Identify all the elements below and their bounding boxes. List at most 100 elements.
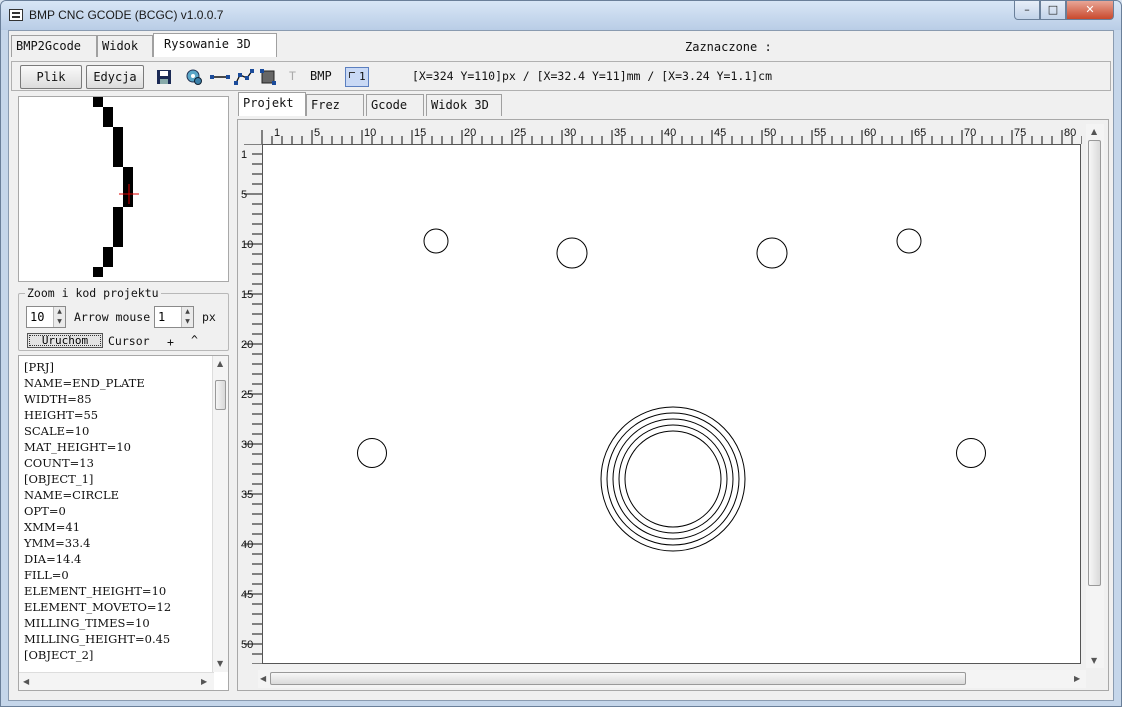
cursor-label: Cursor bbox=[108, 334, 150, 348]
ruler-top-label: 70 bbox=[964, 127, 976, 139]
drawing-canvas[interactable] bbox=[262, 144, 1081, 664]
circle-object[interactable] bbox=[357, 438, 387, 468]
ruler-top-label: 80 bbox=[1064, 127, 1076, 139]
code-line: HEIGHT=55 bbox=[24, 408, 99, 422]
scroll-up-arrow-icon[interactable]: ▲ bbox=[217, 359, 223, 368]
canvas-scroll-down-icon[interactable]: ▼ bbox=[1091, 656, 1097, 665]
ruler-top-label: 75 bbox=[1014, 127, 1026, 139]
ruler-top-label: 55 bbox=[814, 127, 826, 139]
rectangle-icon[interactable] bbox=[260, 69, 276, 85]
cursor-plus-button[interactable]: + bbox=[167, 335, 174, 349]
code-line: COUNT=13 bbox=[24, 456, 94, 470]
maximize-button[interactable]: □ bbox=[1040, 1, 1066, 20]
circle-object[interactable] bbox=[756, 237, 788, 269]
circle-object[interactable] bbox=[612, 418, 734, 540]
step-up-arrow[interactable]: ▲ bbox=[181, 307, 193, 317]
arrow-step-spinner[interactable]: 1 ▲ ▼ bbox=[154, 306, 194, 328]
code-line: NAME=END_PLATE bbox=[24, 376, 145, 390]
code-vertical-scrollbar[interactable]: ▲ ▼ bbox=[212, 356, 228, 672]
circle-object[interactable] bbox=[600, 406, 746, 552]
project-code-editor[interactable]: [PRJ] NAME=END_PLATE WIDTH=85 HEIGHT=55 SCAL… bbox=[18, 355, 229, 691]
canvas-horizontal-scrollbar[interactable]: ◀ ▶ bbox=[258, 670, 1086, 688]
tab-widok[interactable]: Widok bbox=[97, 35, 153, 57]
canvas-vscroll-thumb[interactable] bbox=[1088, 140, 1101, 586]
bitmap-preview[interactable] bbox=[18, 96, 229, 282]
ruler-top-label: 1 bbox=[274, 127, 280, 139]
ruler-left-label: 35 bbox=[241, 489, 253, 501]
polyline-icon[interactable] bbox=[234, 69, 254, 85]
close-button[interactable]: ✕ bbox=[1066, 1, 1114, 20]
code-line: YMM=33.4 bbox=[24, 536, 91, 550]
circle-object[interactable] bbox=[624, 430, 722, 528]
top-ruler: 1 5 10 15 20 25 30 35 40 45 50 55 60 65 70 75 80 bbox=[261, 127, 1082, 144]
bmp-tool-button[interactable]: BMP bbox=[310, 69, 332, 83]
app-icon bbox=[9, 9, 23, 21]
text-icon[interactable]: T bbox=[289, 69, 296, 83]
ruler-top-label: 15 bbox=[414, 127, 426, 139]
cursor-caret-button[interactable]: ^ bbox=[191, 333, 198, 347]
ruler-left-label: 15 bbox=[241, 289, 253, 301]
toolbar: Plik Edycja T BMP 1 [X=324 Y=110]px / [X… bbox=[11, 61, 1111, 91]
circle-object[interactable] bbox=[556, 237, 588, 269]
step-down-arrow[interactable]: ▼ bbox=[181, 317, 193, 327]
code-horizontal-scrollbar[interactable]: ◀ ▶ bbox=[19, 672, 214, 690]
ruler-left-label: 10 bbox=[241, 239, 253, 251]
ruler-top-label: 60 bbox=[864, 127, 876, 139]
circle-object[interactable] bbox=[606, 412, 740, 546]
line-icon[interactable] bbox=[210, 69, 230, 85]
tab-bmp2gcode[interactable]: BMP2Gcode bbox=[11, 35, 97, 57]
circle-object[interactable] bbox=[618, 424, 728, 534]
preview-bitmap bbox=[93, 97, 139, 277]
save-icon[interactable] bbox=[156, 69, 172, 85]
canvas-hscroll-thumb[interactable] bbox=[270, 672, 966, 685]
scroll-left-arrow-icon[interactable]: ◀ bbox=[23, 677, 29, 686]
zoom-spinner[interactable]: 10 ▲ ▼ bbox=[26, 306, 66, 328]
arrow-step-value: 1 bbox=[158, 310, 166, 324]
code-line: [OBJECT_1] bbox=[24, 472, 94, 486]
code-line: SCALE=10 bbox=[24, 424, 90, 438]
run-button[interactable]: Uruchom bbox=[27, 333, 103, 348]
ruler-top-label: 50 bbox=[764, 127, 776, 139]
title-bar[interactable]: BMP CNC GCODE (BCGC) v1.0.0.7 – □ ✕ bbox=[1, 1, 1121, 30]
cursor-coordinates: [X=324 Y=110]px / [X=32.4 Y=11]mm / [X=3… bbox=[412, 69, 773, 83]
ruler-top-label: 25 bbox=[514, 127, 526, 139]
code-line: MAT_HEIGHT=10 bbox=[24, 440, 131, 454]
code-line: WIDTH=85 bbox=[24, 392, 92, 406]
zoom-value: 10 bbox=[30, 310, 45, 324]
edycja-menu-button[interactable]: Edycja bbox=[86, 65, 144, 89]
circle-object[interactable] bbox=[896, 228, 922, 254]
tab-widok-3d[interactable]: Widok 3D bbox=[426, 94, 502, 116]
code-line: [OBJECT_2] bbox=[24, 648, 94, 662]
tab-frez[interactable]: Frez bbox=[306, 94, 364, 116]
canvas-scroll-up-icon[interactable]: ▲ bbox=[1091, 127, 1097, 136]
tab-projekt[interactable]: Projekt bbox=[238, 92, 306, 116]
tab-rysowanie-3d[interactable]: Rysowanie 3D bbox=[153, 33, 277, 57]
canvas-scroll-right-icon[interactable]: ▶ bbox=[1074, 674, 1080, 683]
ruler-top-label: 40 bbox=[664, 127, 676, 139]
scroll-right-arrow-icon[interactable]: ▶ bbox=[201, 677, 207, 686]
code-line: [PRJ] bbox=[24, 360, 54, 374]
code-vscroll-thumb[interactable] bbox=[215, 380, 226, 410]
code-line: ELEMENT_HEIGHT=10 bbox=[24, 584, 167, 598]
code-line: MILLING_HEIGHT=0.45 bbox=[24, 632, 171, 646]
ruler-left-label: 50 bbox=[241, 639, 253, 651]
ruler-top-label: 5 bbox=[314, 127, 320, 139]
canvas-vertical-scrollbar[interactable]: ▲ ▼ bbox=[1086, 124, 1104, 668]
gear-circle-icon[interactable] bbox=[186, 69, 202, 85]
zoom-up-arrow[interactable]: ▲ bbox=[53, 307, 65, 317]
client-area: BMP2Gcode Widok Rysowanie 3D Zaznaczone … bbox=[8, 30, 1114, 701]
circle-object[interactable] bbox=[423, 228, 449, 254]
tab-gcode[interactable]: Gcode bbox=[366, 94, 424, 116]
ruler-toggle-label: 1 bbox=[359, 70, 366, 83]
ruler-toggle-button[interactable]: 1 bbox=[345, 67, 369, 87]
code-line: XMM=41 bbox=[24, 520, 81, 534]
circle-object[interactable] bbox=[956, 438, 986, 468]
scroll-down-arrow-icon[interactable]: ▼ bbox=[217, 659, 223, 668]
plik-menu-button[interactable]: Plik bbox=[20, 65, 82, 89]
minimize-button[interactable]: – bbox=[1014, 1, 1040, 20]
zoom-down-arrow[interactable]: ▼ bbox=[53, 317, 65, 327]
canvas-scroll-left-icon[interactable]: ◀ bbox=[260, 674, 266, 683]
code-line: ELEMENT_MOVETO=12 bbox=[24, 600, 172, 614]
zoom-group: Zoom i kod projektu 10 ▲ ▼ Arrow mouse 1… bbox=[18, 286, 229, 351]
code-line: FILL=0 bbox=[24, 568, 69, 582]
